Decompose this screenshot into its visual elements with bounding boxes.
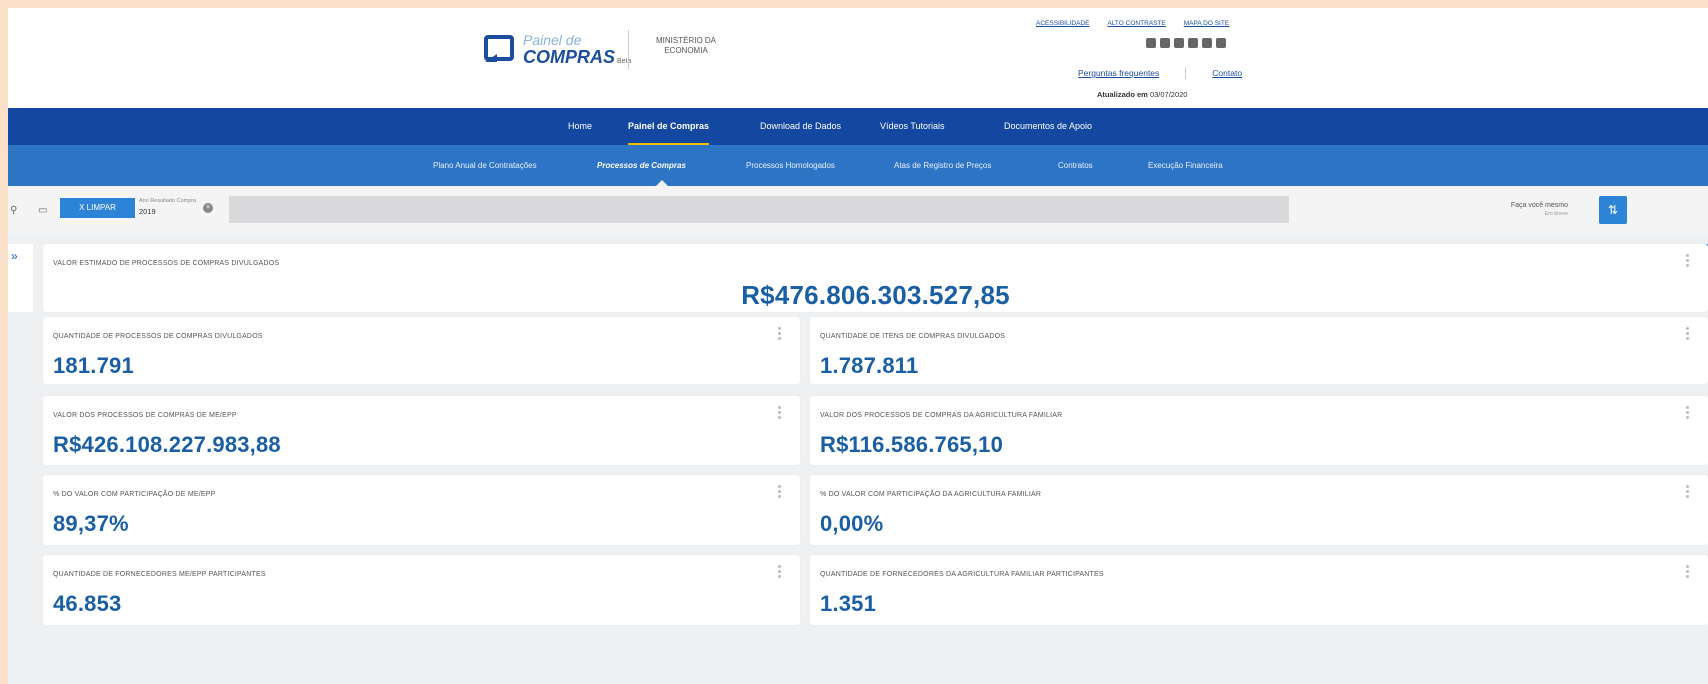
help-links-divider [1185, 67, 1187, 79]
more-options-icon[interactable] [1686, 563, 1692, 580]
twitter-icon[interactable] [1174, 38, 1184, 48]
more-options-icon[interactable] [1686, 483, 1692, 500]
kpi-title: VALOR ESTIMADO DE PROCESSOS DE COMPRAS D… [53, 260, 280, 267]
kpi-card-valor-me-epp: VALOR DOS PROCESSOS DE COMPRAS DE ME/EPP… [43, 396, 800, 465]
main-nav-videos-tutoriais[interactable]: Vídeos Tutoriais [880, 108, 945, 145]
more-options-icon[interactable] [778, 563, 784, 580]
kpi-title: QUANTIDADE DE FORNECEDORES ME/EPP PARTIC… [53, 571, 266, 578]
kpi-value: R$116.586.765,10 [820, 432, 1004, 457]
more-options-icon[interactable] [1686, 404, 1692, 421]
kpi-title: QUANTIDADE DE PROCESSOS DE COMPRAS DIVUL… [53, 333, 263, 340]
kpi-title: % DO VALOR COM PARTICIPAÇÃO DE ME/EPP [53, 491, 216, 498]
flickr-icon[interactable] [1160, 38, 1170, 48]
more-options-icon[interactable] [1686, 252, 1692, 269]
bookmark-icon[interactable]: ▭ [38, 205, 47, 216]
sub-nav-processos-de-compras[interactable]: Processos de Compras [597, 145, 686, 186]
logo-line1: Painel de [523, 31, 582, 48]
painel-compras-logo[interactable]: Painel de COMPRAS Beta [483, 26, 631, 72]
page-frame: Painel de COMPRAS Beta MINISTÉRIO DA ECON… [8, 8, 1708, 684]
kpi-card-fornecedores-me-epp: QUANTIDADE DE FORNECEDORES ME/EPP PARTIC… [43, 555, 800, 625]
do-it-yourself: Faça você mesmo Em breve [1498, 202, 1568, 217]
kpi-card-qtd-itens: QUANTIDADE DE ITENS DE COMPRAS DIVULGADO… [810, 317, 1708, 384]
ministry-logo: MINISTÉRIO DA ECONOMIA [656, 36, 716, 57]
main-nav-home[interactable]: Home [568, 108, 592, 145]
updated-label: Atualizado em [1097, 90, 1148, 99]
kpi-value: R$476.806.303.527,85 [741, 280, 1010, 310]
kpi-title: VALOR DOS PROCESSOS DE COMPRAS DA AGRICU… [820, 412, 1063, 419]
site-header: Painel de COMPRAS Beta MINISTÉRIO DA ECON… [8, 8, 1708, 108]
sliders-icon[interactable]: ⇅ [1599, 196, 1627, 224]
contact-link[interactable]: Contato [1212, 68, 1242, 78]
sub-nav: Plano Anual de Contratações Processos de… [8, 145, 1708, 186]
main-nav-download-de-dados[interactable]: Download de Dados [760, 108, 841, 145]
diy-label: Faça você mesmo [1510, 202, 1568, 209]
last-updated: Atualizado em 03/07/2020 [1097, 90, 1187, 99]
kpi-value: 89,37% [53, 511, 129, 536]
search-filter-icon[interactable]: ⚲ [10, 205, 17, 216]
main-nav: Home Painel de Compras Download de Dados… [8, 108, 1708, 145]
sub-nav-contratos[interactable]: Contratos [1058, 145, 1093, 186]
kpi-card-qtd-processos: QUANTIDADE DE PROCESSOS DE COMPRAS DIVUL… [43, 317, 800, 384]
main-nav-painel-de-compras[interactable]: Painel de Compras [628, 108, 710, 145]
linkedin-icon[interactable] [1202, 38, 1212, 48]
faq-link[interactable]: Perguntas frequentes [1078, 68, 1159, 78]
social-icons [1146, 38, 1226, 48]
kpi-card-pct-me-epp: % DO VALOR COM PARTICIPAÇÃO DE ME/EPP 89… [43, 475, 800, 545]
kpi-value: 46.853 [53, 591, 122, 616]
rss-icon[interactable] [1146, 38, 1156, 48]
logo-beta: Beta [617, 57, 632, 65]
high-contrast-link[interactable]: ALTO CONTRASTE [1107, 20, 1165, 27]
kpi-value: 181.791 [53, 353, 134, 378]
clear-filters-button[interactable]: X LIMPAR [60, 198, 135, 218]
kpi-value: 0,00% [820, 511, 884, 536]
logo-line2: COMPRAS [523, 46, 616, 67]
sub-nav-atas-registro-precos[interactable]: Atas de Registro de Preços [894, 145, 991, 186]
kpi-title: QUANTIDADE DE ITENS DE COMPRAS DIVULGADO… [820, 333, 1006, 340]
kpi-card-pct-agricultura: % DO VALOR COM PARTICIPAÇÃO DA AGRICULTU… [810, 475, 1708, 545]
kpi-value: R$426.108.227.983,88 [53, 432, 281, 457]
sub-nav-plano-anual[interactable]: Plano Anual de Contratações [433, 145, 537, 186]
kpi-title: QUANTIDADE DE FORNECEDORES DA AGRICULTUR… [820, 571, 1104, 578]
ministry-line2: ECONOMIA [664, 46, 708, 56]
more-options-icon[interactable] [778, 325, 784, 342]
kpi-title: VALOR DOS PROCESSOS DE COMPRAS DE ME/EPP [53, 412, 237, 419]
main-nav-documentos-de-apoio[interactable]: Documentos de Apoio [1004, 108, 1092, 145]
kpi-card-valor-agricultura: VALOR DOS PROCESSOS DE COMPRAS DA AGRICU… [810, 396, 1708, 465]
diy-sublabel: Em breve [1544, 211, 1568, 217]
year-filter-chip[interactable]: Ano Resultado Compra 2019 × [135, 197, 217, 221]
year-filter-label: Ano Resultado Compra [139, 198, 197, 204]
remove-filter-icon[interactable]: × [203, 203, 213, 213]
filter-bar: ⚲ ▭ X LIMPAR Ano Resultado Compra 2019 ×… [8, 186, 1708, 233]
help-links: Perguntas frequentes Contato [1078, 67, 1242, 79]
kpi-card-valor-estimado: VALOR ESTIMADO DE PROCESSOS DE COMPRAS D… [43, 244, 1708, 312]
kpi-card-fornecedores-agricultura: QUANTIDADE DE FORNECEDORES DA AGRICULTUR… [810, 555, 1708, 625]
utility-links: ACESSIBILIDADE ALTO CONTRASTE MAPA DO SI… [1036, 20, 1229, 27]
youtube-icon[interactable] [1216, 38, 1226, 48]
sub-nav-processos-homologados[interactable]: Processos Homologados [746, 145, 835, 186]
year-filter-value: 2019 [139, 207, 156, 216]
logo-icon [484, 35, 514, 62]
updated-date: 03/07/2020 [1149, 90, 1188, 99]
kpi-value: 1.351 [820, 591, 877, 616]
more-options-icon[interactable] [778, 404, 784, 421]
collapsed-sidebar: » [8, 244, 33, 312]
expand-sidebar-icon[interactable]: » [11, 249, 18, 263]
sitemap-link[interactable]: MAPA DO SITE [1184, 20, 1229, 27]
kpi-title: % DO VALOR COM PARTICIPAÇÃO DA AGRICULTU… [820, 491, 1042, 498]
sub-nav-execucao-financeira[interactable]: Execução Financeira [1148, 145, 1223, 186]
accessibility-link[interactable]: ACESSIBILIDADE [1036, 20, 1089, 27]
selection-area[interactable] [229, 196, 1289, 223]
more-options-icon[interactable] [1686, 325, 1692, 342]
header-divider [628, 30, 629, 70]
kpi-value: 1.787.811 [820, 353, 919, 378]
ministry-line1: MINISTÉRIO DA [656, 36, 717, 45]
facebook-icon[interactable] [1188, 38, 1198, 48]
more-options-icon[interactable] [778, 483, 784, 500]
